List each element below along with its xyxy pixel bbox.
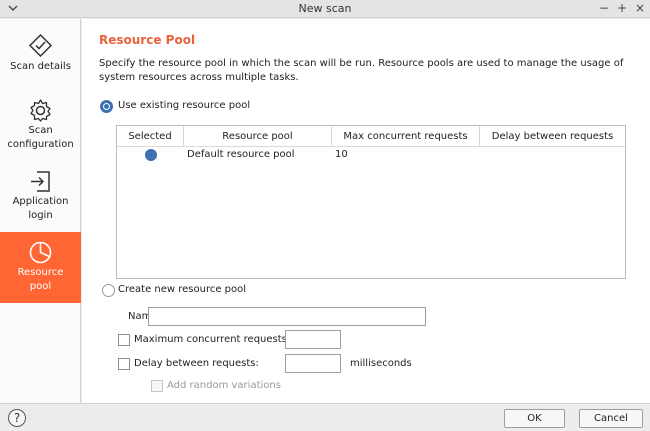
sidebar-item-label: Scan details (10, 61, 71, 72)
table-row[interactable]: Default resource pool 10 (117, 147, 625, 163)
login-icon (31, 171, 50, 192)
column-header-resource-pool[interactable]: Resource pool (184, 126, 332, 147)
sidebar-item-scan-configuration[interactable]: Scan configuration (0, 90, 81, 161)
cancel-button[interactable]: Cancel (579, 409, 643, 428)
minimize-button[interactable]: − (599, 1, 609, 15)
sidebar-item-scan-details[interactable]: Scan details (0, 19, 81, 90)
sidebar-item-label: Resource pool (17, 267, 64, 292)
close-button[interactable]: × (635, 1, 645, 15)
sidebar-item-label: Scan configuration (7, 125, 74, 150)
name-input[interactable] (148, 307, 426, 326)
max-concurrent-input[interactable] (285, 330, 341, 349)
use-existing-radio[interactable] (100, 100, 113, 113)
max-concurrent-checkbox[interactable] (118, 334, 130, 346)
dialog-footer: ? OK Cancel (0, 403, 650, 431)
table-header: Selected Resource pool Max concurrent re… (117, 126, 625, 147)
sidebar-item-label: Application login (12, 196, 69, 221)
window-title: New scan (298, 2, 352, 15)
title-bar: New scan − + × (0, 0, 650, 18)
delay-unit: milliseconds (350, 358, 412, 369)
column-header-delay[interactable]: Delay between requests (480, 126, 625, 147)
random-variations-label: Add random variations (167, 380, 281, 391)
delay-checkbox[interactable] (118, 358, 130, 370)
sidebar-item-application-login[interactable]: Application login (0, 161, 81, 232)
gear-icon (30, 99, 51, 122)
main-content: Resource Pool Specify the resource pool … (82, 19, 650, 403)
max-concurrent-label: Maximum concurrent requests: (134, 334, 291, 345)
maximize-button[interactable]: + (617, 1, 627, 15)
pie-chart-icon (29, 241, 52, 264)
sidebar: Scan details Scan configuration Applicat… (0, 19, 81, 403)
row-max-concurrent: 10 (335, 149, 348, 160)
scan-details-icon (28, 33, 53, 58)
random-variations-checkbox[interactable] (151, 380, 163, 392)
delay-label: Delay between requests: (134, 358, 259, 369)
column-header-max-concurrent[interactable]: Max concurrent requests (332, 126, 480, 147)
create-new-label: Create new resource pool (118, 284, 247, 295)
row-pool-name: Default resource pool (187, 149, 295, 160)
create-new-radio[interactable] (102, 284, 115, 297)
use-existing-label: Use existing resource pool (118, 100, 251, 111)
resource-pool-table: Selected Resource pool Max concurrent re… (116, 125, 626, 279)
ok-button[interactable]: OK (504, 409, 565, 428)
help-icon[interactable]: ? (8, 409, 26, 427)
section-title: Resource Pool (99, 33, 196, 47)
column-header-selected[interactable]: Selected (117, 126, 184, 147)
section-description: Specify the resource pool in which the s… (99, 58, 624, 83)
delay-input[interactable] (285, 354, 341, 373)
row-selected-radio[interactable] (145, 149, 157, 161)
sidebar-item-resource-pool[interactable]: Resource pool (0, 232, 81, 303)
